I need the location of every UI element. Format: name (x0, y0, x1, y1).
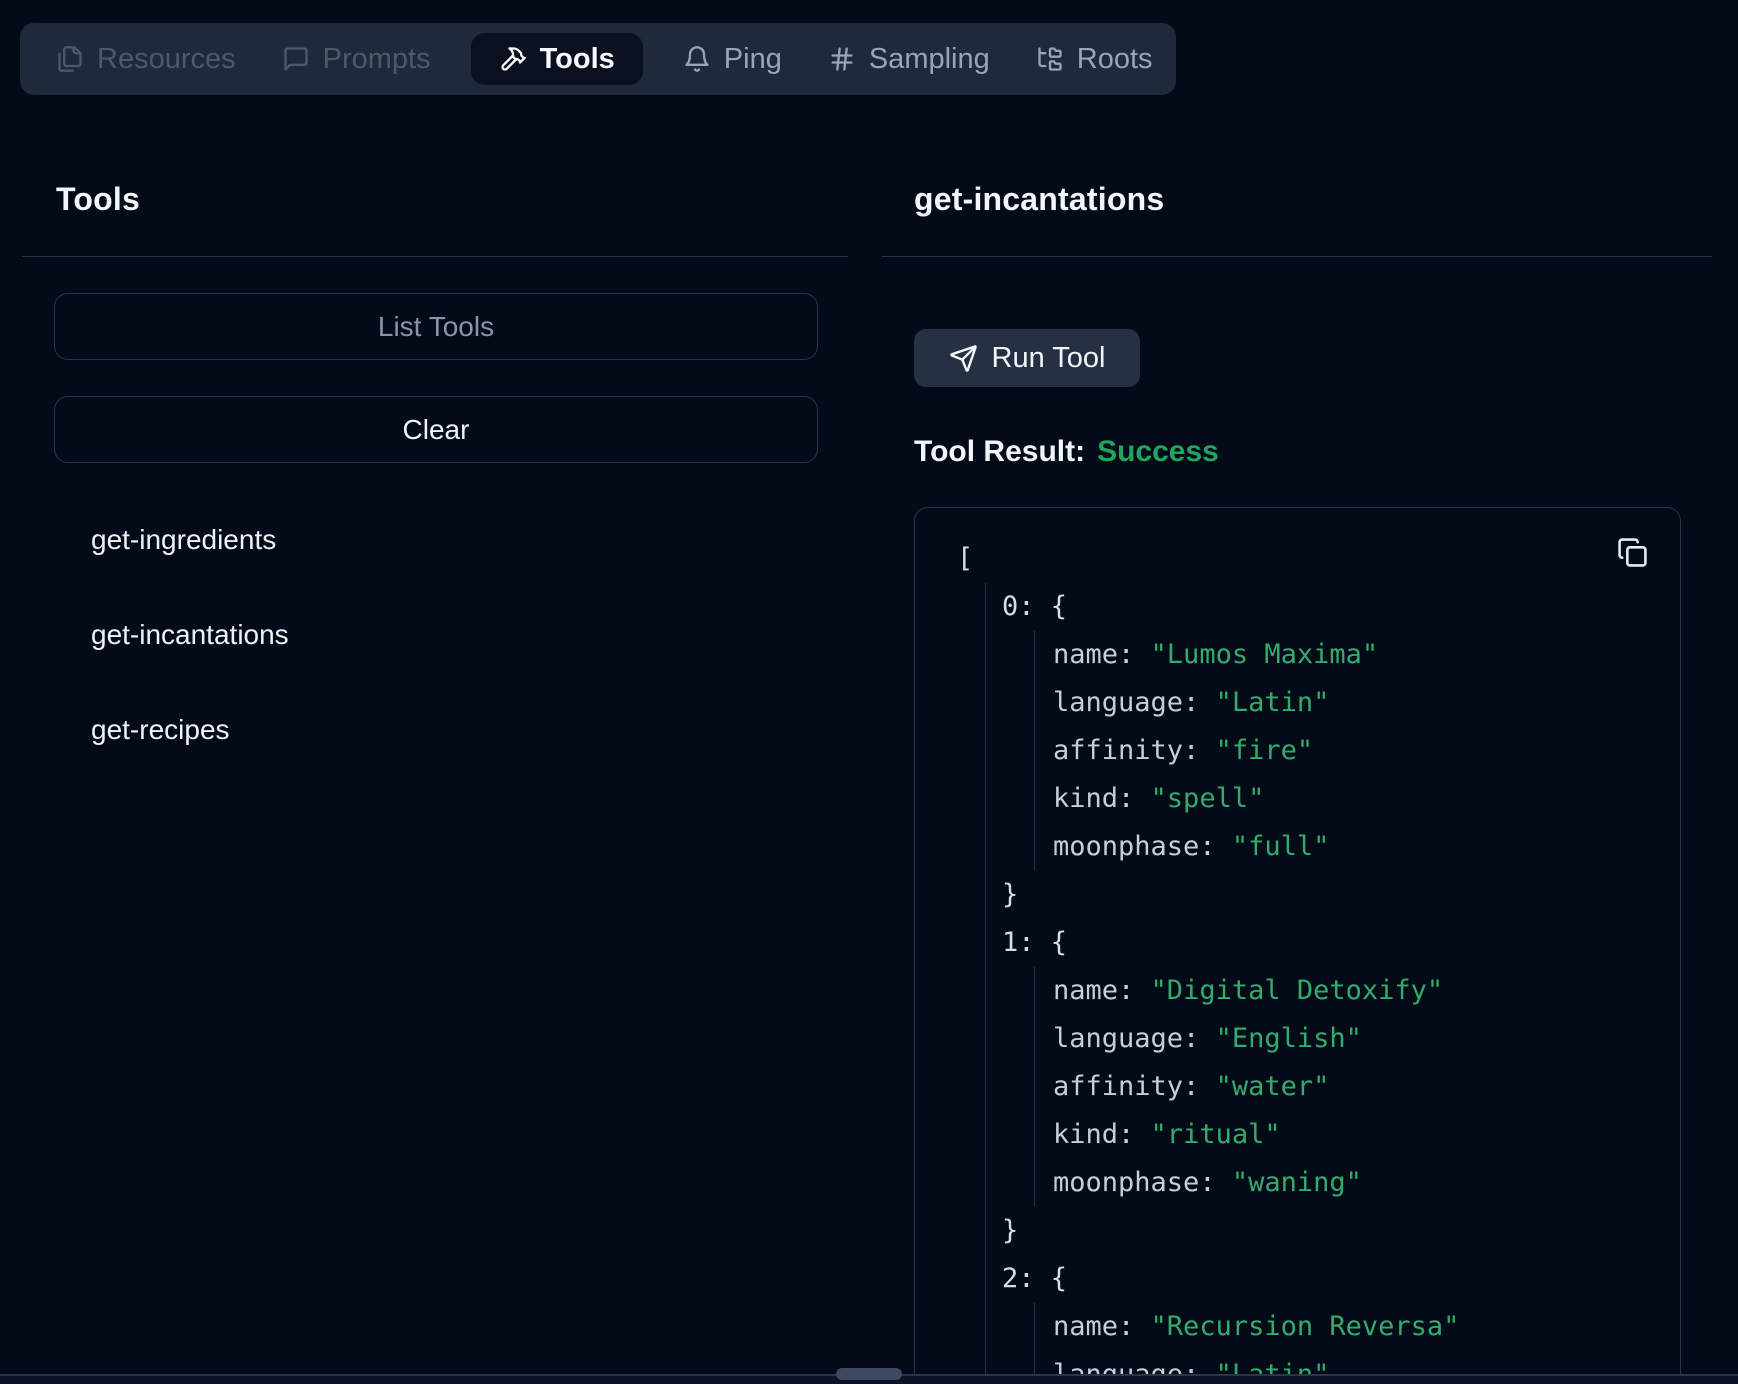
tool-detail-divider (882, 256, 1712, 257)
tools-panel-divider (22, 256, 848, 257)
tool-list: get-ingredients get-incantations get-recip… (74, 510, 814, 795)
json-line: affinity: "fire" (1035, 727, 1680, 775)
json-object-body: name: "Lumos Maxima"language: "Latin"aff… (1034, 631, 1680, 871)
json-line: name: "Recursion Reversa" (1035, 1303, 1680, 1351)
json-line: language: "Latin" (1035, 679, 1680, 727)
json-line: name: "Digital Detoxify" (1035, 967, 1680, 1015)
tools-panel-title: Tools (56, 180, 140, 218)
send-icon (949, 344, 978, 373)
json-line: name: "Lumos Maxima" (1035, 631, 1680, 679)
json-line: moonphase: "waning" (1035, 1159, 1680, 1207)
json-line: kind: "ritual" (1035, 1111, 1680, 1159)
json-line: 1: { (986, 919, 1680, 967)
json-tree: [0: {name: "Lumos Maxima"language: "Lati… (915, 508, 1680, 1384)
tool-list-item[interactable]: get-incantations (74, 605, 814, 665)
json-object: 0: {name: "Lumos Maxima"language: "Latin… (986, 583, 1680, 919)
json-object: 1: {name: "Digital Detoxify"language: "E… (986, 919, 1680, 1255)
json-array-body: 0: {name: "Lumos Maxima"language: "Latin… (985, 583, 1680, 1384)
json-line: language: "English" (1035, 1015, 1680, 1063)
json-object-body: name: "Digital Detoxify"language: "Engli… (1034, 967, 1680, 1207)
tool-result-label: Tool Result: (914, 435, 1085, 468)
split-drag-handle[interactable] (836, 1368, 902, 1380)
run-tool-label: Run Tool (992, 342, 1106, 375)
json-line: moonphase: "full" (1035, 823, 1680, 871)
tools-panel: Tools List Tools Clear get-ingredientsge… (20, 0, 848, 1384)
json-line: affinity: "water" (1035, 1063, 1680, 1111)
copy-icon (1617, 537, 1648, 568)
json-line: 2: { (986, 1255, 1680, 1303)
tool-list-item[interactable]: get-ingredients (74, 510, 814, 570)
list-tools-button[interactable]: List Tools (54, 293, 818, 360)
json-line: } (986, 1207, 1680, 1255)
tool-detail-title: get-incantations (914, 180, 1164, 218)
json-line: kind: "spell" (1035, 775, 1680, 823)
json-object: 2: {name: "Recursion Reversa"language: "… (986, 1255, 1680, 1384)
json-line: [ (915, 535, 1680, 583)
copy-result-button[interactable] (1612, 532, 1652, 572)
tool-result-box: [0: {name: "Lumos Maxima"language: "Lati… (914, 507, 1681, 1384)
tool-result-status: Success (1097, 435, 1219, 468)
tool-list-item[interactable]: get-recipes (74, 700, 814, 760)
tool-detail-panel: get-incantations Run Tool Tool Result: Su… (882, 0, 1712, 1384)
json-object-body: name: "Recursion Reversa"language: "Lati… (1034, 1303, 1680, 1384)
json-line: 0: { (986, 583, 1680, 631)
tool-result-line: Tool Result: Success (914, 433, 1219, 471)
clear-button[interactable]: Clear (54, 396, 818, 463)
run-tool-button[interactable]: Run Tool (914, 329, 1140, 387)
json-line: } (986, 871, 1680, 919)
